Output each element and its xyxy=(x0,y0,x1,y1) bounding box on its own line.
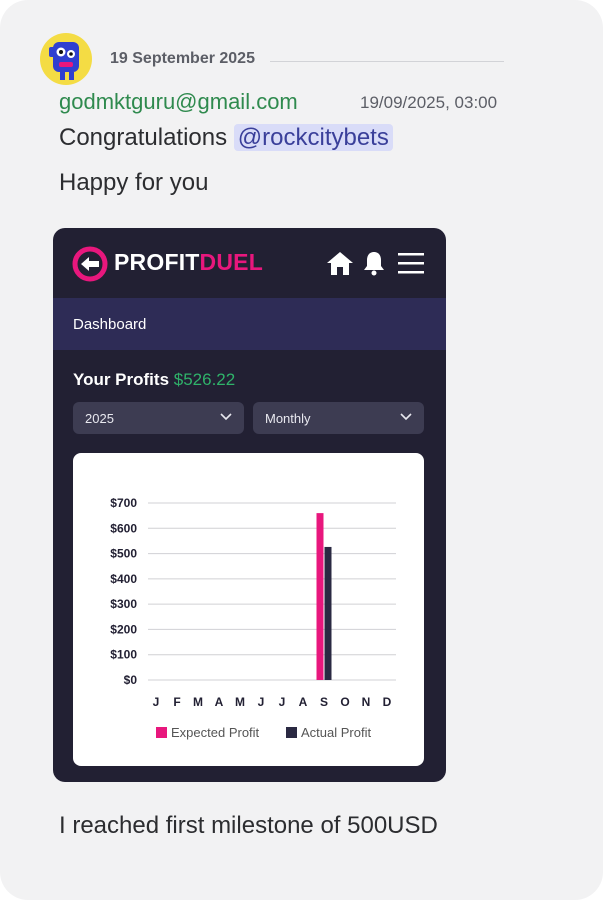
user-avatar[interactable] xyxy=(40,33,92,85)
y-tick-label: $500 xyxy=(110,547,137,561)
bar-actual-profit xyxy=(324,546,332,680)
bell-icon[interactable] xyxy=(362,250,386,276)
chevron-down-icon xyxy=(400,413,412,421)
y-tick-label: $600 xyxy=(110,521,137,535)
message-line-1: Congratulations @rockcitybets xyxy=(59,124,393,152)
home-icon[interactable] xyxy=(326,250,354,276)
dashboard-nav-item[interactable]: Dashboard xyxy=(73,316,146,333)
logo-part-1: PROFIT xyxy=(114,249,200,275)
profit-bar-chart: $700$600$500$400$300$200$100$0J F M A M J J A S O… xyxy=(110,496,396,740)
profits-summary: Your Profits $526.22 xyxy=(73,370,235,390)
attached-screenshot[interactable]: PROFITDUEL Dashboard Your Profits $526.2… xyxy=(53,228,446,782)
y-tick-label: $700 xyxy=(110,496,137,510)
x-tick-label: A xyxy=(215,695,224,709)
x-tick-label: N xyxy=(362,695,371,709)
y-tick-label: $300 xyxy=(110,597,137,611)
profits-value: $526.22 xyxy=(173,370,236,389)
message-line-3: I reached first milestone of 500USD xyxy=(59,812,438,839)
date-divider: 19 September 2025 xyxy=(110,50,255,67)
legend-label: Actual Profit xyxy=(301,725,371,740)
message-timestamp: 19/09/2025, 03:00 xyxy=(360,93,498,112)
x-tick-label: J xyxy=(279,695,286,709)
bar-expected-profit xyxy=(316,513,324,680)
logo-part-2: DUEL xyxy=(199,249,263,275)
y-tick-label: $0 xyxy=(124,673,138,687)
author-name[interactable]: godmktguru@gmail.com xyxy=(59,89,298,115)
year-select-value: 2025 xyxy=(85,411,114,426)
legend-label: Expected Profit xyxy=(171,725,260,740)
message-line-2: Happy for you xyxy=(59,169,209,196)
legend-swatch xyxy=(156,727,167,738)
period-select[interactable]: Monthly xyxy=(253,402,424,434)
profits-label: Your Profits xyxy=(73,370,170,389)
divider-line xyxy=(270,61,504,62)
y-tick-label: $200 xyxy=(110,622,137,636)
profitduel-logo: PROFITDUEL xyxy=(114,249,263,276)
x-tick-label: O xyxy=(340,695,349,709)
y-tick-label: $400 xyxy=(110,572,137,586)
user-mention[interactable]: @rockcitybets xyxy=(233,124,393,151)
x-tick-label: F xyxy=(173,695,180,709)
x-tick-label: S xyxy=(320,695,328,709)
x-tick-label: D xyxy=(383,695,392,709)
message-text: Congratulations xyxy=(59,124,228,151)
year-select[interactable]: 2025 xyxy=(73,402,244,434)
x-tick-label: J xyxy=(258,695,265,709)
message-card: 19 September 2025 godmktguru@gmail.com 1… xyxy=(0,0,603,900)
period-select-value: Monthly xyxy=(265,411,311,426)
x-tick-label: A xyxy=(299,695,308,709)
x-tick-label: J xyxy=(153,695,160,709)
legend-swatch xyxy=(286,727,297,738)
profitduel-logo-icon xyxy=(72,246,108,282)
y-tick-label: $100 xyxy=(110,648,137,662)
x-tick-label: M xyxy=(235,695,245,709)
x-tick-label: M xyxy=(193,695,203,709)
profit-chart-panel: $700 $600 $500 $400 $300 $200 $100 $0 J F M A M J J A S O… xyxy=(73,453,424,766)
chevron-down-icon xyxy=(220,413,232,421)
menu-icon[interactable] xyxy=(398,252,424,274)
